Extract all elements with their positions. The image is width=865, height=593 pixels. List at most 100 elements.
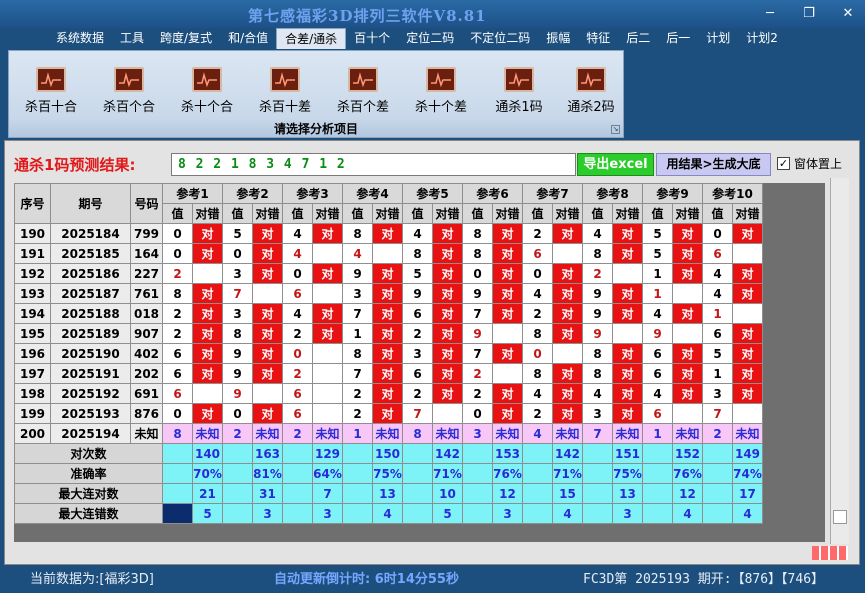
cell-value: 2 <box>162 263 193 284</box>
ribbon-button-label: 杀百个差 <box>336 100 389 115</box>
stats-spacer <box>642 463 673 484</box>
cell-check-ok: 对 <box>552 263 583 284</box>
header-ref: 参考9 <box>642 183 703 204</box>
menu-item[interactable]: 后一 <box>658 28 698 49</box>
export-excel-button[interactable]: 导出excel <box>577 153 654 176</box>
vertical-scrollbar[interactable] <box>830 178 849 544</box>
stats-value: 129 <box>312 443 343 464</box>
cell-value: 4 <box>702 283 733 304</box>
ribbon-button-label: 杀十个差 <box>414 100 467 115</box>
stats-value: 149 <box>732 443 763 464</box>
table-row: 196 2025190 402 6 对 9 对 0 8 对 3 对 7 对 0 8 对 6 对 5 对 <box>14 343 763 364</box>
cell-value: 1 <box>702 303 733 324</box>
maximize-icon[interactable]: ❐ <box>800 6 818 22</box>
cell-value: 6 <box>282 283 313 304</box>
cell-period: 2025185 <box>50 243 131 264</box>
cell-value: 6 <box>702 323 733 344</box>
stats-value: 153 <box>492 443 523 464</box>
cell-value: 4 <box>282 223 313 244</box>
header-ref: 参考3 <box>282 183 343 204</box>
cell-check-ok: 对 <box>612 403 643 424</box>
chart-icon <box>36 67 66 92</box>
minimize-icon[interactable]: ─ <box>761 6 779 22</box>
cell-check-empty <box>732 303 763 324</box>
stats-value: 142 <box>552 443 583 464</box>
cell-check-ok: 对 <box>552 383 583 404</box>
chart-icon <box>348 67 378 92</box>
stats-value: 140 <box>192 443 223 464</box>
cell-seq: 197 <box>14 363 51 384</box>
ribbon-button[interactable]: 杀百十合 <box>15 67 87 115</box>
generate-base-button[interactable]: 用结果>生成大底 <box>656 153 771 176</box>
cell-check-ok: 对 <box>372 403 403 424</box>
cell-check-ok: 对 <box>612 383 643 404</box>
cell-value: 2 <box>462 363 493 384</box>
cell-pred-unknown: 未知 <box>252 423 283 444</box>
header-ref: 参考10 <box>702 183 763 204</box>
menu-item[interactable]: 百十个 <box>346 28 398 49</box>
ribbon-button-label: 杀百个合 <box>102 100 155 115</box>
menu-item[interactable]: 系统数据 <box>48 28 112 49</box>
ribbon-button[interactable]: 杀百个差 <box>327 67 399 115</box>
menu-item[interactable]: 计划2 <box>738 28 786 49</box>
menu-item[interactable]: 定位二码 <box>398 28 462 49</box>
cell-number: 202 <box>130 363 163 384</box>
stats-value: 71% <box>432 463 463 484</box>
cell-value: 2 <box>522 403 553 424</box>
menu-item[interactable]: 和/合值 <box>220 28 276 49</box>
menu-item[interactable]: 特征 <box>578 28 618 49</box>
stats-spacer <box>162 503 193 524</box>
cell-check-empty <box>312 403 343 424</box>
cell-value: 9 <box>222 363 253 384</box>
ribbon-button[interactable]: 杀百十差 <box>249 67 321 115</box>
stats-value: 3 <box>312 503 343 524</box>
cell-check-ok: 对 <box>672 263 703 284</box>
cell-check-ok: 对 <box>432 223 463 244</box>
ribbon-expand-icon[interactable]: ↘ <box>611 125 620 134</box>
cell-check-empty <box>192 263 223 284</box>
scrollbar-thumb[interactable] <box>833 510 847 524</box>
cell-value: 7 <box>222 283 253 304</box>
cell-check-ok: 对 <box>612 243 643 264</box>
stats-value: 70% <box>192 463 223 484</box>
ribbon-button[interactable]: 杀十个合 <box>171 67 243 115</box>
cell-number: 799 <box>130 223 163 244</box>
stats-value: 74% <box>732 463 763 484</box>
ribbon-button[interactable]: 通杀1码 <box>483 67 555 115</box>
stats-spacer <box>282 443 313 464</box>
header-value: 值 <box>522 203 553 224</box>
checkbox-checked-icon[interactable]: ✓ <box>777 157 790 170</box>
ribbon-button[interactable]: 杀十个差 <box>405 67 477 115</box>
header-check: 对错 <box>492 203 523 224</box>
cell-value: 9 <box>642 323 673 344</box>
menu-item[interactable]: 工具 <box>112 28 152 49</box>
header-value: 值 <box>642 203 673 224</box>
cell-check-ok: 对 <box>252 303 283 324</box>
menu-item[interactable]: 跨度/复式 <box>152 28 220 49</box>
cell-seq: 199 <box>14 403 51 424</box>
menu-item[interactable]: 计划 <box>698 28 738 49</box>
topmost-checkbox[interactable]: ✓ 窗体置上 <box>777 155 842 172</box>
cell-check-ok: 对 <box>192 243 223 264</box>
cell-value: 9 <box>402 283 433 304</box>
ribbon-button[interactable]: 通杀2码 <box>555 67 627 115</box>
menu-item[interactable]: 不定位二码 <box>462 28 538 49</box>
cell-value: 5 <box>402 263 433 284</box>
cell-check-ok: 对 <box>552 403 583 424</box>
prediction-row: 200 2025194 未知 8 未知 2 未知 2 未知 1 未知 8 未知 3 未知 4 未知 7 未知 1 未知 2… <box>14 423 763 444</box>
cell-pred-unknown: 未知 <box>672 423 703 444</box>
result-output-field[interactable]: 8 2 2 1 8 3 4 7 1 2 <box>171 153 576 176</box>
stats-row: 最大连错数 5 3 3 4 5 3 4 3 4 4 <box>14 503 763 524</box>
cell-value: 4 <box>582 383 613 404</box>
cell-check-empty <box>252 283 283 304</box>
cell-value: 3 <box>342 283 373 304</box>
cell-value: 4 <box>702 263 733 284</box>
menu-item[interactable]: 合差/通杀 <box>276 28 347 49</box>
table-row: 198 2025192 691 6 9 6 2 对 2 对 2 对 4 对 4 对 4 对 3 对 <box>14 383 763 404</box>
cell-value: 1 <box>342 323 373 344</box>
stats-value: 4 <box>672 503 703 524</box>
ribbon-button[interactable]: 杀百个合 <box>93 67 165 115</box>
menu-item[interactable]: 后二 <box>618 28 658 49</box>
menu-item[interactable]: 振幅 <box>538 28 578 49</box>
close-icon[interactable]: ✕ <box>839 6 857 22</box>
